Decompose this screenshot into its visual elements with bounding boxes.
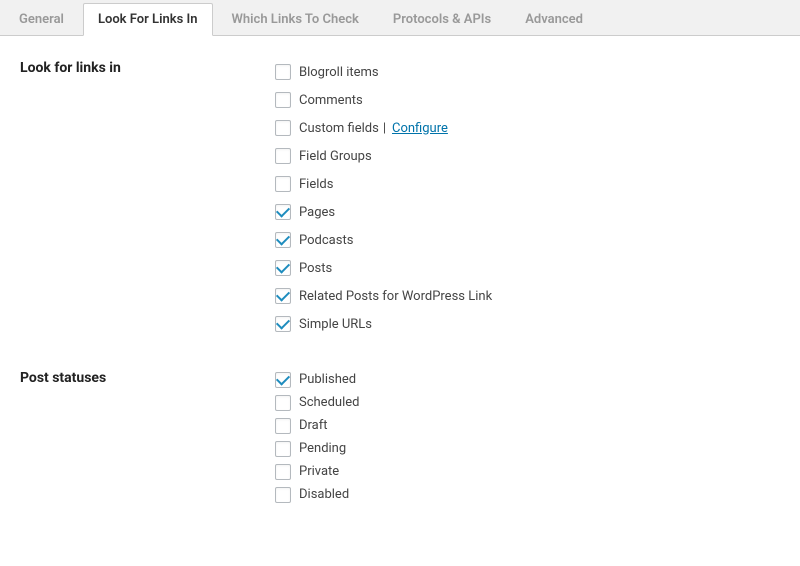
checkbox-fields[interactable] bbox=[275, 176, 291, 192]
checkbox-disabled[interactable] bbox=[275, 487, 291, 503]
tab-look-for-links-in[interactable]: Look For Links In bbox=[83, 3, 213, 36]
checkbox-scheduled[interactable] bbox=[275, 395, 291, 411]
tab-content: Look for links in Blogroll items Comment… bbox=[0, 36, 800, 566]
label-pending: Pending bbox=[299, 441, 346, 456]
tabs-bar: General Look For Links In Which Links To… bbox=[0, 0, 800, 36]
option-draft: Draft bbox=[275, 414, 780, 437]
label-podcasts: Podcasts bbox=[299, 233, 353, 248]
label-comments: Comments bbox=[299, 93, 363, 108]
option-disabled: Disabled bbox=[275, 483, 780, 506]
checkbox-posts[interactable] bbox=[275, 260, 291, 276]
checkbox-podcasts[interactable] bbox=[275, 232, 291, 248]
option-field-groups: Field Groups bbox=[275, 142, 780, 170]
label-simple-urls: Simple URLs bbox=[299, 317, 372, 332]
tab-general[interactable]: General bbox=[4, 3, 79, 35]
label-related-posts: Related Posts for WordPress Link bbox=[299, 289, 492, 304]
label-pages: Pages bbox=[299, 205, 335, 220]
checkbox-custom-fields[interactable] bbox=[275, 120, 291, 136]
options-look-for-links: Blogroll items Comments Custom fields | … bbox=[275, 58, 780, 338]
option-published: Published bbox=[275, 368, 780, 391]
tab-advanced[interactable]: Advanced bbox=[510, 3, 598, 35]
tab-protocols-apis[interactable]: Protocols & APIs bbox=[378, 3, 506, 35]
option-pages: Pages bbox=[275, 198, 780, 226]
checkbox-published[interactable] bbox=[275, 372, 291, 388]
checkbox-simple-urls[interactable] bbox=[275, 316, 291, 332]
label-scheduled: Scheduled bbox=[299, 395, 359, 410]
option-podcasts: Podcasts bbox=[275, 226, 780, 254]
section-label-post-statuses: Post statuses bbox=[20, 368, 275, 506]
option-posts: Posts bbox=[275, 254, 780, 282]
configure-link[interactable]: Configure bbox=[392, 121, 448, 136]
label-published: Published bbox=[299, 372, 356, 387]
label-custom-fields: Custom fields bbox=[299, 121, 379, 136]
option-blogroll-items: Blogroll items bbox=[275, 58, 780, 86]
option-private: Private bbox=[275, 460, 780, 483]
tab-which-links-to-check[interactable]: Which Links To Check bbox=[217, 3, 374, 35]
section-post-statuses: Post statuses Published Scheduled Draft … bbox=[20, 368, 780, 506]
checkbox-related-posts[interactable] bbox=[275, 288, 291, 304]
checkbox-pages[interactable] bbox=[275, 204, 291, 220]
label-draft: Draft bbox=[299, 418, 328, 433]
checkbox-comments[interactable] bbox=[275, 92, 291, 108]
checkbox-blogroll-items[interactable] bbox=[275, 64, 291, 80]
option-simple-urls: Simple URLs bbox=[275, 310, 780, 338]
label-field-groups: Field Groups bbox=[299, 149, 372, 164]
label-fields: Fields bbox=[299, 177, 333, 192]
option-comments: Comments bbox=[275, 86, 780, 114]
option-custom-fields: Custom fields | Configure bbox=[275, 114, 780, 142]
checkbox-pending[interactable] bbox=[275, 441, 291, 457]
options-post-statuses: Published Scheduled Draft Pending Privat… bbox=[275, 368, 780, 506]
checkbox-draft[interactable] bbox=[275, 418, 291, 434]
option-related-posts: Related Posts for WordPress Link bbox=[275, 282, 780, 310]
label-disabled: Disabled bbox=[299, 487, 349, 502]
option-fields: Fields bbox=[275, 170, 780, 198]
label-posts: Posts bbox=[299, 261, 332, 276]
checkbox-private[interactable] bbox=[275, 464, 291, 480]
section-look-for-links: Look for links in Blogroll items Comment… bbox=[20, 58, 780, 338]
section-label-look-for-links: Look for links in bbox=[20, 58, 275, 338]
checkbox-field-groups[interactable] bbox=[275, 148, 291, 164]
separator: | bbox=[383, 121, 386, 136]
option-scheduled: Scheduled bbox=[275, 391, 780, 414]
label-private: Private bbox=[299, 464, 339, 479]
label-blogroll-items: Blogroll items bbox=[299, 65, 379, 80]
option-pending: Pending bbox=[275, 437, 780, 460]
